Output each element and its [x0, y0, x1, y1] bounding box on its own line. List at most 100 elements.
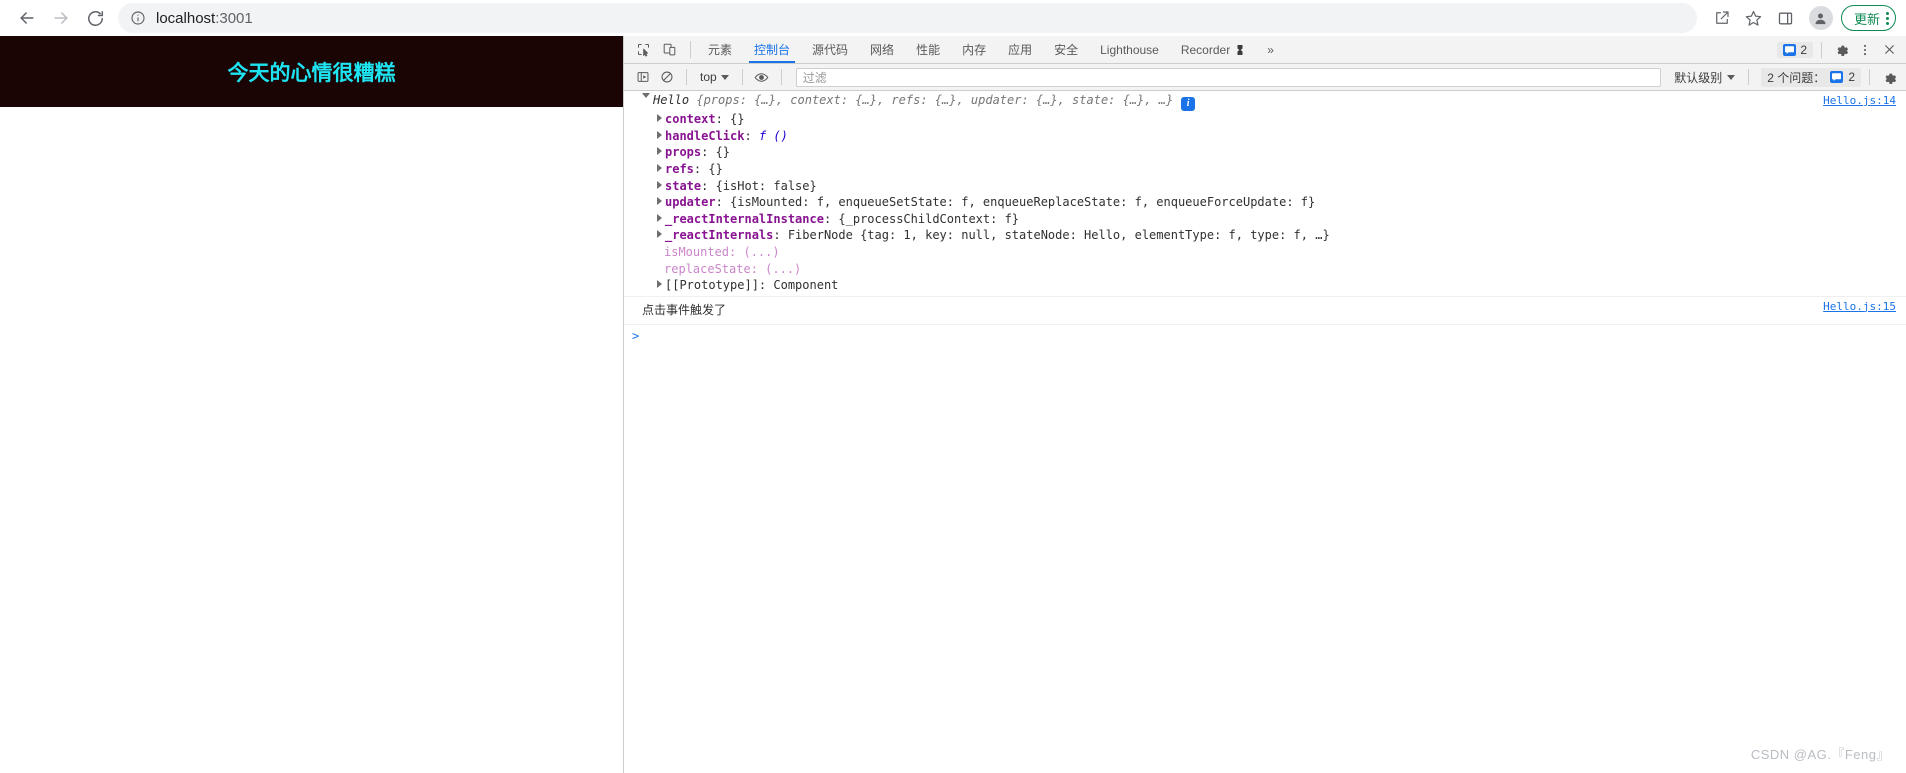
- forward-button[interactable]: [44, 1, 78, 35]
- object-property-row[interactable]: context: {}: [624, 111, 1906, 128]
- tab-application-label: 应用: [1008, 43, 1033, 57]
- address-bar[interactable]: localhost:3001: [118, 3, 1697, 33]
- disclosure-triangle-open-icon[interactable]: [642, 93, 650, 102]
- disclosure-triangle-icon[interactable]: [657, 164, 662, 173]
- site-info-icon[interactable]: [130, 10, 146, 26]
- console-message-text[interactable]: Hello.js:15 点击事件触发了: [624, 297, 1906, 325]
- tab-overflow-button[interactable]: »: [1256, 36, 1285, 63]
- object-property-row[interactable]: state: {isHot: false}: [624, 178, 1906, 195]
- update-button[interactable]: 更新: [1840, 5, 1896, 31]
- toggle-device-toolbar-icon[interactable]: [658, 39, 680, 61]
- issues-bubble-icon: [1830, 71, 1844, 83]
- share-icon[interactable]: [1707, 3, 1737, 33]
- property-name: state: [665, 178, 702, 193]
- reload-button[interactable]: [78, 1, 112, 35]
- chrome-menu-icon[interactable]: [1886, 11, 1889, 25]
- tab-elements[interactable]: 元素: [697, 36, 743, 63]
- side-panel-icon[interactable]: [1771, 3, 1801, 33]
- tab-application[interactable]: 应用: [997, 36, 1043, 63]
- tab-memory[interactable]: 内存: [951, 36, 997, 63]
- back-button[interactable]: [10, 1, 44, 35]
- disclosure-triangle-icon[interactable]: [657, 280, 662, 289]
- devtools-tabbar-actions: 2: [1777, 36, 1906, 63]
- gear-icon[interactable]: [1830, 39, 1852, 61]
- property-name: props: [665, 145, 702, 160]
- console-level-selector[interactable]: 默认级别: [1669, 68, 1740, 87]
- disclosure-triangle-icon[interactable]: [657, 230, 662, 239]
- console-issues-button[interactable]: 2 个问题： 2: [1761, 67, 1861, 87]
- toolbar-divider-5: [1869, 69, 1870, 85]
- address-bar-text: localhost:3001: [156, 10, 253, 27]
- disclosure-triangle-icon[interactable]: [657, 197, 662, 206]
- disclosure-triangle-icon[interactable]: [657, 114, 662, 123]
- profile-avatar[interactable]: [1808, 6, 1833, 30]
- disclosure-triangle-icon[interactable]: [657, 130, 662, 139]
- property-value: {_processChildContext: f}: [838, 211, 1020, 226]
- inspect-element-icon[interactable]: [632, 39, 654, 61]
- object-getter-row[interactable]: replaceState: (...): [624, 261, 1906, 278]
- record-icon: [1235, 44, 1245, 56]
- object-prototype-row[interactable]: [[Prototype]]: Component: [624, 277, 1906, 294]
- console-toolbar: top 过滤 默认级别 2 个问题： 2: [624, 64, 1906, 91]
- console-settings-gear-icon[interactable]: [1878, 66, 1900, 88]
- console-prompt-arrow-icon: >: [632, 328, 640, 343]
- console-source-link-1[interactable]: Hello.js:14: [1823, 94, 1896, 107]
- console-message-object[interactable]: Hello.js:14 Hello {props: {…}, context: …: [624, 91, 1906, 297]
- property-value[interactable]: (...): [743, 245, 779, 259]
- console-output[interactable]: Hello.js:14 Hello {props: {…}, context: …: [624, 91, 1906, 773]
- object-property-row[interactable]: handleClick: f (): [624, 128, 1906, 145]
- object-preview: {props: {…}, context: {…}, refs: {…}, up…: [696, 93, 1174, 107]
- tab-elements-label: 元素: [708, 43, 733, 57]
- object-property-row[interactable]: _reactInternalInstance: {_processChildCo…: [624, 211, 1906, 228]
- tab-lighthouse[interactable]: Lighthouse: [1089, 36, 1170, 63]
- tab-security[interactable]: 安全: [1043, 36, 1089, 63]
- property-name: updater: [665, 195, 716, 210]
- tab-console[interactable]: 控制台: [743, 36, 801, 63]
- console-sidebar-toggle-icon[interactable]: [632, 66, 654, 88]
- url-host: localhost: [156, 9, 216, 27]
- console-context-value: top: [700, 70, 717, 84]
- live-expression-eye-icon[interactable]: [751, 66, 773, 88]
- property-name: refs: [665, 162, 694, 177]
- console-filter-input[interactable]: 过滤: [795, 67, 1662, 87]
- tab-sources[interactable]: 源代码: [801, 36, 859, 63]
- console-prompt[interactable]: >: [624, 325, 1906, 343]
- console-context-selector[interactable]: top: [695, 69, 734, 85]
- update-button-label: 更新: [1853, 11, 1880, 27]
- console-filter-placeholder: 过滤: [802, 70, 827, 85]
- chevron-down-icon-level: [1727, 74, 1736, 80]
- property-value[interactable]: (...): [765, 262, 801, 276]
- object-property-row[interactable]: updater: {isMounted: f, enqueueSetState:…: [624, 194, 1906, 211]
- devtools-tabbar: 元素 控制台 源代码 网络 性能 内存 应用 安全 Lighthouse Rec…: [624, 36, 1906, 64]
- info-badge-icon[interactable]: i: [1181, 97, 1196, 112]
- property-value: f (): [758, 128, 788, 143]
- clear-console-icon[interactable]: [656, 66, 678, 88]
- tab-memory-label: 内存: [962, 43, 987, 57]
- message-bubble-icon: [1783, 43, 1797, 56]
- object-property-row[interactable]: _reactInternals: FiberNode {tag: 1, key:…: [624, 227, 1906, 244]
- property-name: isMounted: [664, 245, 730, 260]
- tab-network[interactable]: 网络: [859, 36, 905, 63]
- tab-recorder[interactable]: Recorder: [1170, 36, 1256, 63]
- disclosure-triangle-icon[interactable]: [657, 147, 662, 156]
- browser-toolbar: localhost:3001 更新: [0, 0, 1906, 36]
- chevron-down-icon: [720, 74, 729, 80]
- devtools-tabs: 元素 控制台 源代码 网络 性能 内存 应用 安全 Lighthouse Rec…: [697, 36, 1777, 63]
- actions-divider: [1821, 41, 1822, 58]
- tab-performance[interactable]: 性能: [905, 36, 951, 63]
- close-devtools-icon[interactable]: [1878, 39, 1900, 61]
- toolbar-divider-3: [780, 69, 782, 85]
- console-message-count-badge[interactable]: 2: [1777, 41, 1813, 58]
- object-header-row[interactable]: Hello {props: {…}, context: {…}, refs: {…: [624, 92, 1906, 112]
- disclosure-triangle-icon[interactable]: [657, 213, 662, 222]
- object-getter-row[interactable]: isMounted: (...): [624, 244, 1906, 261]
- object-property-row[interactable]: props: {}: [624, 144, 1906, 161]
- disclosure-triangle-icon[interactable]: [657, 180, 662, 189]
- devtools-more-icon[interactable]: [1854, 39, 1876, 61]
- property-value: {isHot: false}: [715, 178, 817, 193]
- property-value: {isMounted: f, enqueueSetState: f, enque…: [730, 195, 1316, 210]
- bookmark-star-icon[interactable]: [1739, 3, 1769, 33]
- property-value: Component: [773, 278, 839, 293]
- object-property-row[interactable]: refs: {}: [624, 161, 1906, 178]
- console-source-link-2[interactable]: Hello.js:15: [1823, 300, 1896, 313]
